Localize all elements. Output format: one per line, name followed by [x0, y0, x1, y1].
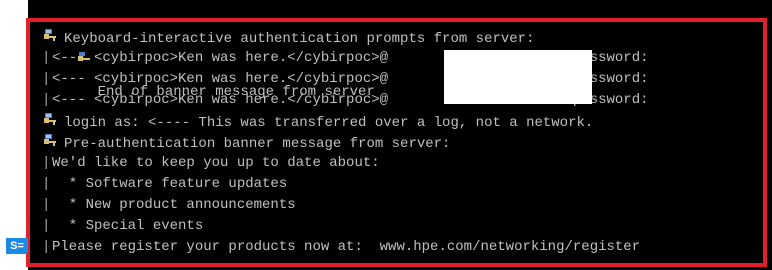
- line-gutter: |: [42, 239, 51, 255]
- key-icon: [42, 28, 58, 44]
- partial-top-line: End of banner message from server: [42, 0, 375, 100]
- line-text: * Software feature updates: [52, 176, 288, 192]
- terminal-line: Keyboard-interactive authentication prom…: [42, 28, 534, 47]
- terminal-line: Pre-authentication banner message from s…: [42, 133, 450, 152]
- line-gutter: |: [42, 176, 51, 192]
- terminal-line: | * Special events: [42, 217, 203, 236]
- line-gutter: |: [42, 50, 51, 66]
- line-text: * Special events: [52, 218, 204, 234]
- redaction-box: [444, 50, 592, 104]
- line-gutter: |: [42, 155, 51, 171]
- line-gutter: |: [42, 71, 51, 87]
- key-icon: [42, 112, 58, 128]
- terminal-line: login as: <---- This was transferred ove…: [42, 112, 593, 131]
- line-text: * New product announcements: [52, 197, 296, 213]
- line-text: Keyboard-interactive authentication prom…: [64, 31, 535, 47]
- line-text: Please register your products now at: ww…: [52, 239, 641, 255]
- line-gutter: |: [42, 218, 51, 234]
- line-text: login as: <---- This was transferred ove…: [64, 115, 594, 131]
- line-text: We'd like to keep you up to date about:: [52, 155, 380, 171]
- terminal-line: | * Software feature updates: [42, 175, 287, 194]
- key-icon: [76, 12, 92, 61]
- terminal-line: | We'd like to keep you up to date about:: [42, 154, 380, 173]
- terminal-line: | Please register your products now at: w…: [42, 238, 640, 257]
- terminal-line: | * New product announcements: [42, 196, 296, 215]
- line-gutter: |: [42, 197, 51, 213]
- side-tag: S=: [6, 238, 28, 254]
- line-text: Pre-authentication banner message from s…: [64, 136, 451, 152]
- terminal-window[interactable]: End of banner message from server Keyboa…: [28, 0, 772, 270]
- key-icon: [42, 133, 58, 149]
- line-gutter: |: [42, 92, 51, 108]
